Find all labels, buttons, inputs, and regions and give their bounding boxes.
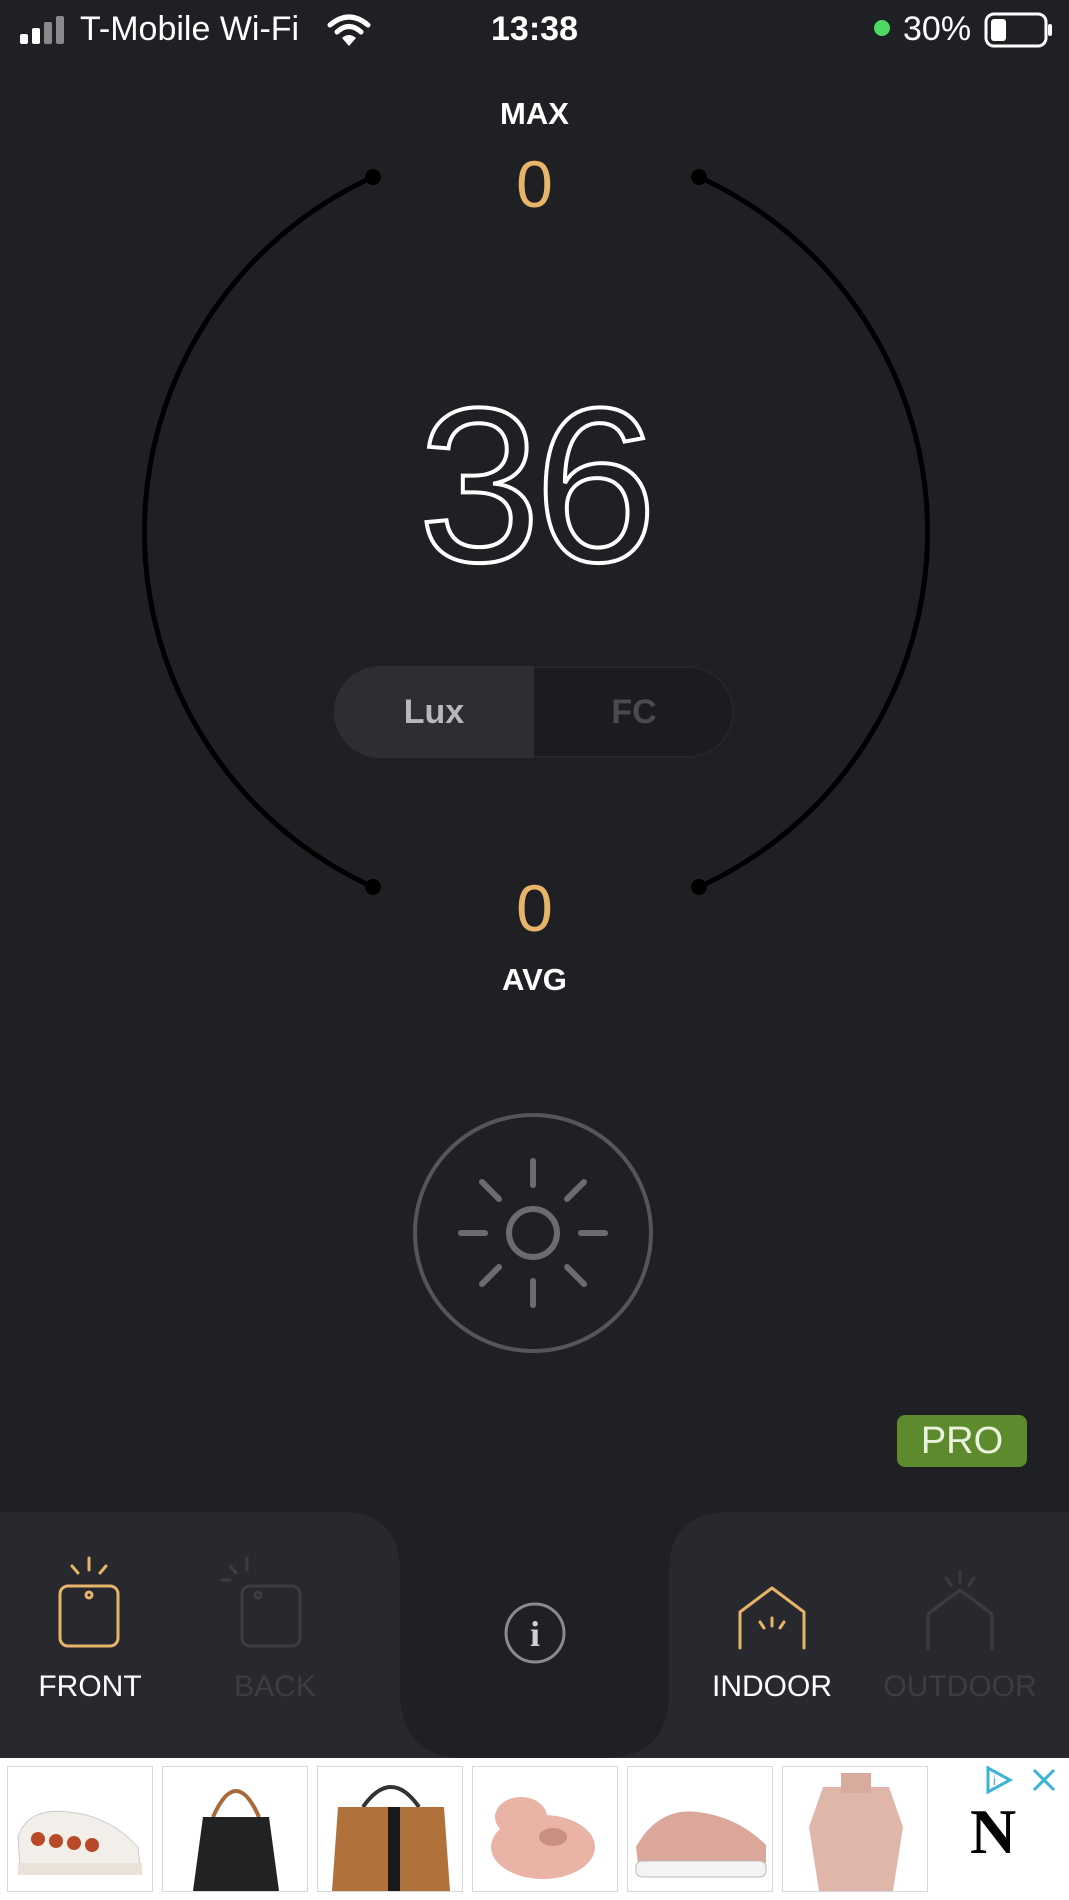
- ad-item-sneaker[interactable]: [7, 1766, 153, 1892]
- outdoor-house-icon[interactable]: [920, 1570, 1000, 1652]
- outdoor-label[interactable]: OUTDOOR: [870, 1670, 1050, 1704]
- light-reading: 36: [416, 362, 659, 608]
- measure-sun-button[interactable]: [413, 1113, 653, 1353]
- unit-lux-option[interactable]: Lux: [334, 666, 534, 758]
- ad-item-black-tote[interactable]: [162, 1766, 308, 1892]
- max-value: 0: [516, 147, 553, 221]
- avg-value: 0: [516, 871, 553, 945]
- ad-banner[interactable]: i: [0, 1758, 1069, 1900]
- pro-badge[interactable]: PRO: [897, 1415, 1027, 1467]
- ad-item-running-shoe[interactable]: [627, 1766, 773, 1892]
- back-camera-icon[interactable]: [210, 1552, 310, 1652]
- sun-icon: [458, 1158, 608, 1308]
- ad-item-brown-tote[interactable]: [317, 1766, 463, 1892]
- unit-fc-option[interactable]: FC: [534, 666, 734, 758]
- max-label: MAX: [500, 96, 569, 131]
- avg-label: AVG: [502, 962, 567, 997]
- front-camera-icon[interactable]: [50, 1552, 130, 1652]
- ad-close-icon[interactable]: [1028, 1764, 1060, 1796]
- ad-brand-logo[interactable]: N: [970, 1795, 1016, 1869]
- back-camera-label[interactable]: BACK: [200, 1670, 350, 1704]
- svg-text:i: i: [530, 1614, 540, 1654]
- svg-text:i: i: [993, 1773, 996, 1788]
- front-camera-label[interactable]: FRONT: [20, 1670, 160, 1704]
- indoor-label[interactable]: INDOOR: [700, 1670, 844, 1704]
- indoor-house-icon[interactable]: [732, 1580, 812, 1652]
- ad-item-sweater[interactable]: [782, 1766, 928, 1892]
- info-icon[interactable]: i: [503, 1601, 567, 1665]
- ad-item-slipper[interactable]: [472, 1766, 618, 1892]
- adchoices-icon[interactable]: i: [982, 1764, 1018, 1796]
- unit-toggle[interactable]: Lux FC: [334, 666, 734, 758]
